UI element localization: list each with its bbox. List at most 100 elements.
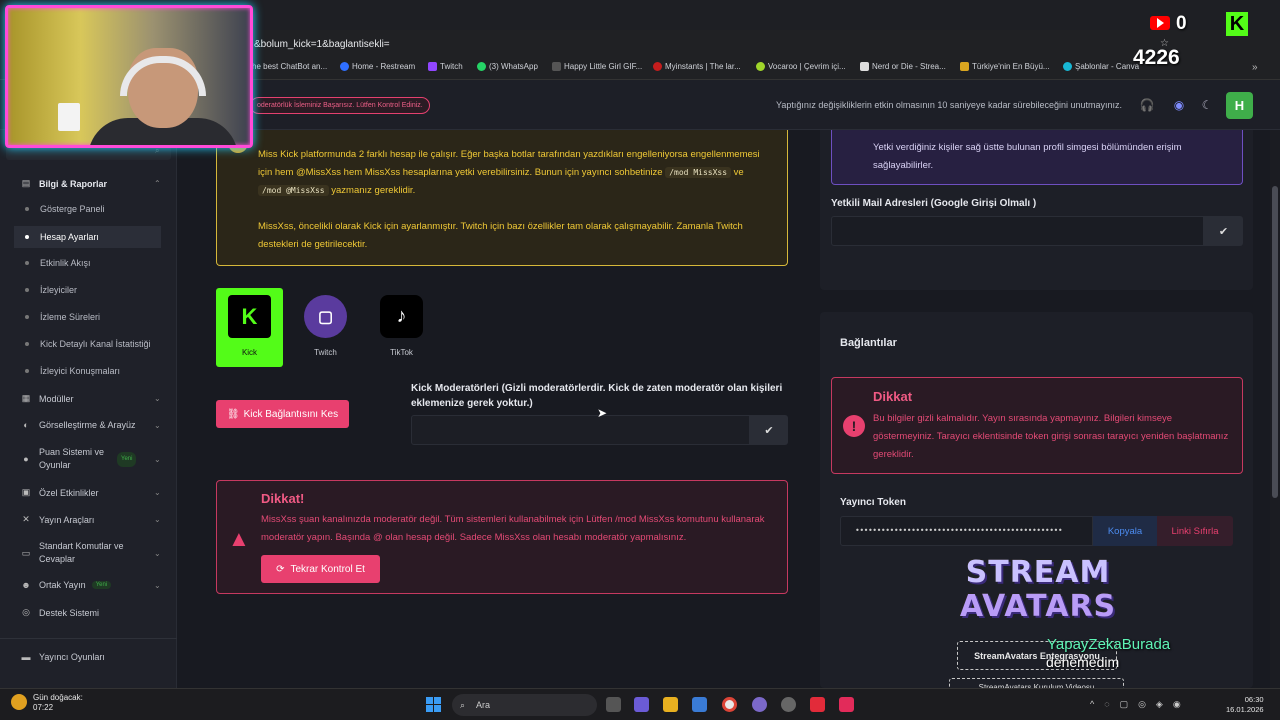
disconnect-kick-button[interactable]: ⛓ Kick Bağlantısını Kes [216,400,349,428]
bookmark-item[interactable]: Nerd or Die - Strea... [860,62,946,71]
sidebar-item-ortak-yayin[interactable]: ☻ Ortak Yayın Yeni ⌄ [0,580,177,590]
avatar[interactable]: H [1226,92,1253,119]
chevron-down-icon: ⌄ [154,548,161,558]
tiktok-live-icon[interactable] [839,697,854,712]
tools-icon: ✕ [22,514,30,524]
bullet [25,207,29,211]
warning-triangle-icon: ▲ [228,526,250,551]
check-icon: ✔ [764,424,774,437]
windows-start-icon[interactable] [426,697,441,712]
app-icon[interactable] [634,697,649,712]
sidebar-subitem[interactable]: Kick Detaylı Kanal İstatistiği [14,333,161,355]
bookmark-item[interactable]: Myinstants | The lar... [653,62,741,71]
bookmark-item[interactable]: Happy Little Girl GIF... [552,62,642,71]
chevron-down-icon: ⌄ [154,515,161,524]
taskview-icon[interactable] [606,697,621,712]
kick-logo-icon: K [228,295,271,338]
sidebar-item-gorsellestirme[interactable]: ◐ Görselleştirme & Arayüz ⌄ [0,420,177,430]
bookmark-item[interactable]: Twitch [428,62,463,71]
platform-kick[interactable]: K Kick [216,288,283,367]
users-icon: ☻ [21,580,31,590]
sidebar-item-puan-sistemi[interactable]: ● Puan Sistemi ve Oyunlar Yeni ⌄ [0,446,177,472]
sidebar-item-standart-komutlar[interactable]: ▭ Standart Komutlar ve Cevaplar ⌄ [0,540,177,566]
alert-title: Dikkat! [261,491,305,506]
system-tray-icons[interactable]: ^◌▢◎◈◉ [1090,699,1191,710]
url-text[interactable]: &bolum_kick=1&baglantisekli= [254,39,390,50]
discord-icon[interactable]: ◉ [1170,96,1188,114]
search-icon: ⌕ [460,699,466,710]
mods-submit-button[interactable]: ✔ [750,415,788,445]
chevron-down-icon: ⌄ [154,580,161,590]
moon-icon[interactable]: ☾ [1198,96,1216,114]
sidebar-item-ozel-etkinlikler[interactable]: ▣ Özel Etkinlikler ⌄ [0,487,177,498]
mails-label: Yetkili Mail Adresleri (Google Girişi Ol… [831,198,1037,209]
kick-viewer-count: 4226 [1133,46,1180,69]
sidebar-subitem[interactable]: Gösterge Paneli [14,198,161,220]
whatsapp-icon [477,62,486,71]
sidebar-item-bilgi-raporlar[interactable]: ▤ Bilgi & Raporlar ⌃ [0,178,177,189]
sidebar-item-moduller[interactable]: ▦ Modüller ⌄ [0,393,177,404]
bullet [25,261,29,265]
token-input[interactable]: ••••••••••••••••••••••••••••••••••••••••… [840,516,1093,546]
tiktok-logo-icon: ♪ [380,295,423,338]
platform-twitch[interactable]: ▢ Twitch [292,288,359,367]
app-icon[interactable] [752,697,767,712]
bullet [25,235,29,239]
token-label: Yayıncı Token [840,497,906,508]
file-explorer-icon[interactable] [663,697,678,712]
weather-widget[interactable]: Gün doğacak: 07:22 [33,693,83,713]
sidebar-item-destek-sistemi[interactable]: ◎ Destek Sistemi [0,607,177,618]
taskbar-search[interactable]: ⌕ Ara [452,694,597,716]
app-icon[interactable] [810,697,825,712]
bullet [25,315,29,319]
folder-icon [552,62,561,71]
exclamation-icon: ! [843,415,865,437]
screen: &bolum_kick=1&baglantisekli= he best Cha… [0,0,1280,720]
chevron-down-icon: ⌄ [154,420,161,430]
bookmark-item[interactable]: Türkiye'nin En Büyü... [960,62,1050,71]
sidebar-subitem[interactable]: İzleyici Konuşmaları [14,360,161,382]
platform-tiktok[interactable]: ♪ TikTok [368,288,435,367]
save-note: Yaptığınız değişikliklerin etkin olmasın… [776,100,1123,110]
bookmark-item[interactable]: Home - Restream [340,62,415,71]
sidebar-subitem-active[interactable]: Hesap Ayarları [14,226,161,248]
coin-icon: ● [23,453,29,464]
sidebar-search-input[interactable] [6,146,171,160]
streamavatars-logo: STREAM AVATARS [959,555,1117,624]
store-icon[interactable] [692,697,707,712]
bookmark-item[interactable]: he best ChatBot an... [252,62,327,71]
mods-input[interactable] [411,415,750,445]
bullet [25,342,29,346]
copy-token-button[interactable]: Kopyala [1093,516,1157,546]
token-warning-title: Dikkat [873,389,913,404]
sidebar-subitem[interactable]: İzleyiciler [14,279,161,301]
nerd-or-die-icon [860,62,869,71]
sidebar-subitem[interactable]: Etkinlik Akışı [14,252,161,274]
scrollbar-thumb[interactable] [1272,186,1278,498]
bookmark-item[interactable]: Vocaroo | Çevrim içi... [756,62,846,71]
recheck-button[interactable]: ⟳ Tekrar Kontrol Et [261,555,380,583]
reset-link-button[interactable]: Linki Sıfırla [1157,516,1233,546]
obs-icon[interactable] [781,697,796,712]
calendar-icon: ▣ [21,487,31,497]
chevron-down-icon: ⌄ [154,454,161,464]
sidebar-item-yayinci-oyunlari[interactable]: ▬ Yayıncı Oyunları [0,652,177,662]
headset-icon[interactable]: 🎧 [1138,96,1156,114]
chart-icon: ▤ [21,178,31,188]
canva-icon [1063,62,1072,71]
bookmark-item[interactable]: Şablonlar - Canva [1063,62,1139,71]
twitch-icon [428,62,437,71]
stream-overlay-name: YapayZekaBurada [1047,636,1171,653]
sidebar-subitem[interactable]: İzleme Süreleri [14,306,161,328]
bullet [25,288,29,292]
clock[interactable]: 06:30 16.01.2026 [1226,695,1264,715]
mails-input[interactable] [831,216,1204,246]
chrome-icon[interactable] [722,697,737,712]
bookmark-item[interactable]: (3) WhatsApp [477,62,538,71]
youtube-viewer-count: 0 [1176,13,1187,34]
mails-submit-button[interactable]: ✔ [1204,216,1243,246]
webcam-overlay [5,5,253,148]
chevron-right-icon[interactable]: » [1252,62,1258,73]
sidebar-item-yayin-araclari[interactable]: ✕ Yayın Araçları ⌄ [0,514,177,525]
studio-light [58,103,80,131]
